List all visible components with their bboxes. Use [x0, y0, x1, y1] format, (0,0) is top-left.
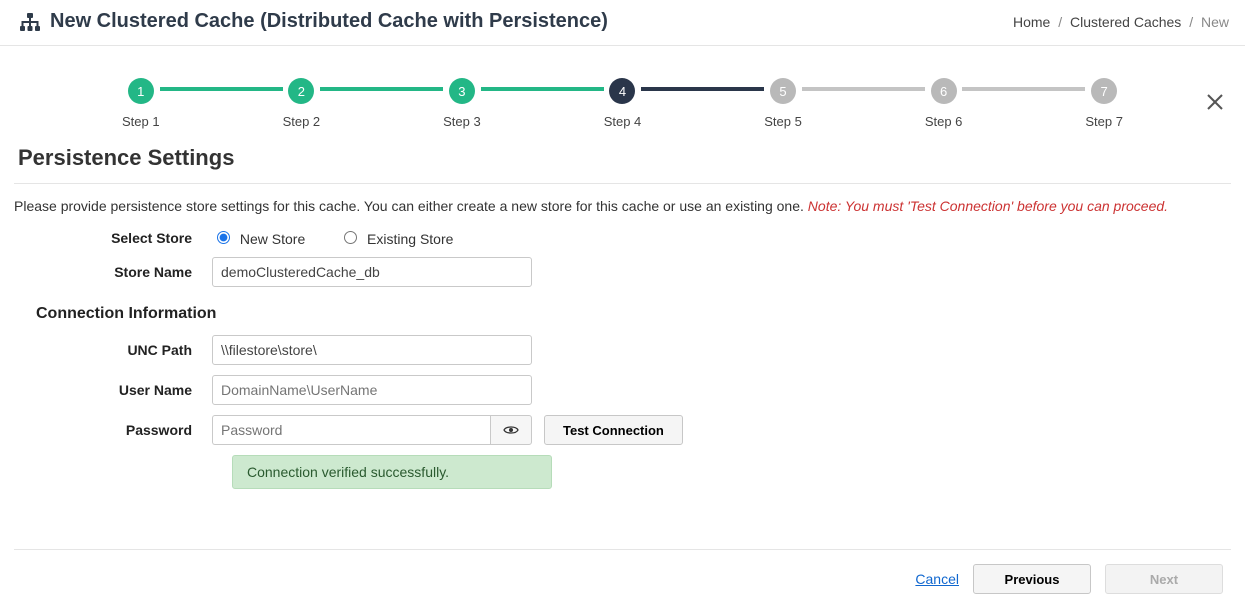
page-title-wrap: New Clustered Cache (Distributed Cache w… [20, 10, 608, 33]
subheading-connection: Connection Information [36, 305, 1233, 323]
breadcrumb-current: New [1201, 14, 1229, 30]
test-connection-button[interactable]: Test Connection [544, 415, 683, 445]
step-label: Step 7 [1085, 114, 1123, 129]
step-7: 7 Step 7 [1085, 78, 1123, 129]
step-connector [962, 87, 1085, 91]
sitemap-icon [20, 13, 40, 31]
radio-new-store-label[interactable]: New Store [212, 231, 309, 247]
step-circle: 5 [770, 78, 796, 104]
radio-existing-store-label[interactable]: Existing Store [339, 231, 453, 247]
breadcrumb-home[interactable]: Home [1013, 14, 1050, 30]
radio-group-store: New Store Existing Store [212, 228, 483, 247]
close-icon[interactable] [1205, 92, 1225, 115]
radio-existing-store[interactable] [344, 231, 357, 244]
page-header: New Clustered Cache (Distributed Cache w… [0, 0, 1245, 46]
row-unc-path: UNC Path [12, 335, 1233, 365]
section-title: Persistence Settings [14, 139, 1231, 184]
step-6: 6 Step 6 [925, 78, 963, 129]
connection-status: Connection verified successfully. [232, 455, 552, 489]
step-label: Step 1 [122, 114, 160, 129]
step-circle: 3 [449, 78, 475, 104]
user-name-input[interactable] [212, 375, 532, 405]
step-connector [160, 87, 283, 91]
step-label: Step 3 [443, 114, 481, 129]
step-4: 4 Step 4 [604, 78, 642, 129]
step-circle: 4 [609, 78, 635, 104]
cancel-link[interactable]: Cancel [915, 571, 959, 587]
row-store-name: Store Name [12, 257, 1233, 287]
step-label: Step 5 [764, 114, 802, 129]
toggle-password-button[interactable] [490, 415, 532, 445]
breadcrumb-sep: / [1058, 14, 1062, 30]
step-circle: 2 [288, 78, 314, 104]
unc-path-input[interactable] [212, 335, 532, 365]
breadcrumb-caches[interactable]: Clustered Caches [1070, 14, 1181, 30]
next-button: Next [1105, 564, 1223, 594]
label-user-name: User Name [12, 382, 212, 398]
row-select-store: Select Store New Store Existing Store [12, 228, 1233, 247]
step-circle: 6 [931, 78, 957, 104]
radio-existing-store-text: Existing Store [367, 231, 453, 247]
label-unc-path: UNC Path [12, 342, 212, 358]
breadcrumb-sep: / [1189, 14, 1193, 30]
step-5: 5 Step 5 [764, 78, 802, 129]
password-wrap [212, 415, 532, 445]
previous-button[interactable]: Previous [973, 564, 1091, 594]
step-2: 2 Step 2 [283, 78, 321, 129]
stepper: 1 Step 1 2 Step 2 3 Step 3 4 Step 4 5 Step 5 6 Step… [12, 78, 1233, 129]
eye-icon [503, 425, 519, 435]
step-1: 1 Step 1 [122, 78, 160, 129]
step-label: Step 4 [604, 114, 642, 129]
footer: Cancel Previous Next [14, 549, 1231, 606]
page-title: New Clustered Cache (Distributed Cache w… [50, 10, 608, 33]
step-connector [481, 87, 604, 91]
step-connector [641, 87, 764, 91]
help-note: Note: You must 'Test Connection' before … [808, 198, 1168, 214]
breadcrumb: Home / Clustered Caches / New [1013, 14, 1229, 30]
label-store-name: Store Name [12, 264, 212, 280]
step-circle: 1 [128, 78, 154, 104]
step-label: Step 6 [925, 114, 963, 129]
label-password: Password [12, 422, 212, 438]
row-user-name: User Name [12, 375, 1233, 405]
label-select-store: Select Store [12, 230, 212, 246]
step-label: Step 2 [283, 114, 321, 129]
content: 1 Step 1 2 Step 2 3 Step 3 4 Step 4 5 Step 5 6 Step… [0, 78, 1245, 606]
password-input[interactable] [212, 415, 490, 445]
row-password: Password Test Connection [12, 415, 1233, 445]
step-connector [320, 87, 443, 91]
help-text: Please provide persistence store setting… [12, 196, 1233, 228]
radio-new-store[interactable] [217, 231, 230, 244]
radio-new-store-text: New Store [240, 231, 305, 247]
help-text-body: Please provide persistence store setting… [14, 198, 808, 214]
step-circle: 7 [1091, 78, 1117, 104]
step-3: 3 Step 3 [443, 78, 481, 129]
step-connector [802, 87, 925, 91]
store-name-input[interactable] [212, 257, 532, 287]
